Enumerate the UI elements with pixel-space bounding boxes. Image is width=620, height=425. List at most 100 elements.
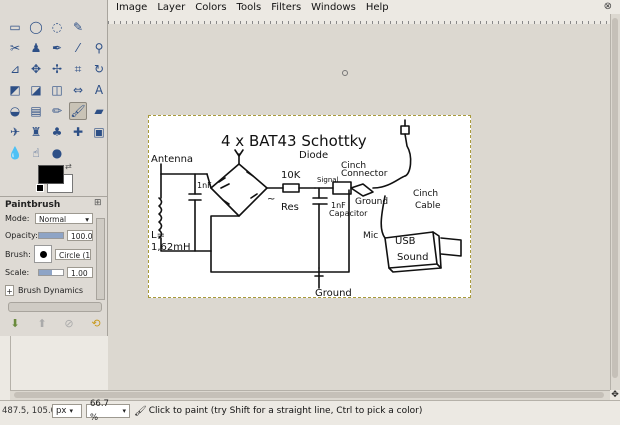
inductor-label: L= bbox=[151, 230, 165, 241]
move-icon[interactable]: ✥ bbox=[27, 60, 45, 78]
circuit-drawing: 4 x BAT43 Schottky Diode Antenna 1nF L= … bbox=[151, 119, 462, 299]
delete-options-icon[interactable]: ⊘ bbox=[62, 316, 76, 330]
foreground-color[interactable] bbox=[38, 165, 64, 184]
smudge-icon[interactable]: ☝ bbox=[27, 144, 45, 162]
pointer-coordinates: 487.5, 105.0 bbox=[2, 406, 52, 416]
cinch-connector-label-2: Connector bbox=[341, 169, 388, 179]
vertical-scrollbar[interactable] bbox=[610, 14, 620, 390]
ellipse-select-icon[interactable]: ◯ bbox=[27, 18, 45, 36]
cinch-cable-label-1: Cinch bbox=[413, 189, 438, 199]
rotate-icon[interactable]: ↻ bbox=[90, 60, 108, 78]
rect-select-icon[interactable]: ▭ bbox=[6, 18, 24, 36]
opacity-value[interactable]: 100.0 bbox=[67, 230, 93, 241]
paintbrush-icon[interactable]: 🖌 bbox=[69, 102, 87, 120]
dodge-burn-icon[interactable]: ● bbox=[48, 144, 66, 162]
align-icon[interactable]: ✢ bbox=[48, 60, 66, 78]
save-options-icon[interactable]: ⬇ bbox=[8, 316, 22, 330]
mode-label: Mode: bbox=[5, 214, 30, 223]
perspective-clone-icon[interactable]: ▣ bbox=[90, 123, 108, 141]
panel-menu-icon[interactable]: ⊞ bbox=[94, 198, 102, 208]
menu-tools[interactable]: Tools bbox=[232, 2, 267, 13]
ink-icon[interactable]: ♜ bbox=[27, 123, 45, 141]
blur-icon[interactable]: 💧 bbox=[6, 144, 24, 162]
crop-icon[interactable]: ⌗ bbox=[69, 60, 87, 78]
tool-grid: ▭ ◯ ◌ ✎ ✂ ♟ ✒ ⁄ ⚲ ⊿ ✥ ✢ ⌗ ↻ ◩ ◪ ◫ ⇔ A ◒ ▤ ✏ 🖌 ▰ ✈ ♜ ♣ ✚ ▣ 💧 ☝ ● bbox=[6, 18, 110, 165]
clone-icon[interactable]: ♣ bbox=[48, 123, 66, 141]
paintbrush-status-icon: 🖌 bbox=[134, 405, 147, 417]
vertical-scroll-thumb[interactable] bbox=[612, 18, 618, 378]
measure-icon[interactable]: ⊿ bbox=[6, 60, 24, 78]
free-select-icon[interactable]: ◌ bbox=[48, 18, 66, 36]
pencil-icon[interactable]: ✏ bbox=[48, 102, 66, 120]
menu-windows[interactable]: Windows bbox=[306, 2, 361, 13]
zoom-value: 66.7 % bbox=[90, 399, 109, 423]
ground-top-label: Ground bbox=[355, 197, 388, 207]
opacity-label: Opacity: bbox=[5, 231, 38, 240]
unit-select[interactable]: px ▾ bbox=[52, 404, 82, 418]
color-swatches: ⇄ bbox=[36, 162, 74, 193]
options-buttons: ⬇ ⬆ ⊘ ⟲ bbox=[8, 316, 103, 330]
color-picker-icon[interactable]: ⁄ bbox=[69, 39, 87, 57]
usb-label-2: Sound bbox=[397, 252, 429, 263]
unit-value: px bbox=[56, 406, 67, 416]
foreground-select-icon[interactable]: ♟ bbox=[27, 39, 45, 57]
zoom-select[interactable]: 66.7 % ▾ bbox=[86, 399, 130, 423]
flip-icon[interactable]: ⇔ bbox=[69, 81, 87, 99]
brush-preview[interactable] bbox=[34, 245, 52, 263]
menubar: Image Layer Colors Tools Filters Windows… bbox=[108, 0, 620, 14]
scissors-icon[interactable]: ✂ bbox=[6, 39, 24, 57]
capacitor-label: Capacitor bbox=[329, 209, 368, 218]
mode-select[interactable]: Normal ▾ bbox=[35, 213, 93, 224]
image-canvas[interactable]: 4 x BAT43 Schottky Diode Antenna 1nF L= … bbox=[148, 115, 471, 299]
opacity-slider[interactable] bbox=[38, 232, 64, 239]
menu-colors[interactable]: Colors bbox=[190, 2, 231, 13]
tool-options-title: Paintbrush bbox=[5, 200, 61, 210]
options-hscrollbar[interactable] bbox=[8, 302, 102, 312]
close-image-icon[interactable]: ⊗ bbox=[604, 1, 612, 12]
text-icon[interactable]: A bbox=[90, 81, 108, 99]
brush-name[interactable]: Circle (11) bbox=[55, 248, 91, 260]
menu-image[interactable]: Image bbox=[108, 2, 152, 13]
options-scrollbar[interactable] bbox=[96, 218, 105, 300]
mode-row: Mode: Normal ▾ bbox=[5, 213, 93, 224]
blend-icon[interactable]: ▤ bbox=[27, 102, 45, 120]
airbrush-icon[interactable]: ✈ bbox=[6, 123, 24, 141]
res-value-label: 10K bbox=[281, 170, 301, 181]
paths-icon[interactable]: ✒ bbox=[48, 39, 66, 57]
menu-layer[interactable]: Layer bbox=[152, 2, 190, 13]
heal-icon[interactable]: ✚ bbox=[69, 123, 87, 141]
res-label: Res bbox=[281, 202, 299, 213]
navigate-icon[interactable]: ✥ bbox=[610, 390, 620, 400]
scale-icon[interactable]: ◩ bbox=[6, 81, 24, 99]
swap-colors-icon[interactable]: ⇄ bbox=[65, 162, 72, 171]
brush-dynamics-row[interactable]: + Brush Dynamics bbox=[5, 285, 83, 296]
perspective-icon[interactable]: ◫ bbox=[48, 81, 66, 99]
brush-dynamics-label: Brush Dynamics bbox=[18, 286, 84, 295]
shear-icon[interactable]: ◪ bbox=[27, 81, 45, 99]
signal-label: Signal bbox=[317, 176, 339, 184]
vertical-ruler bbox=[0, 336, 11, 390]
fuzzy-select-icon[interactable]: ✎ bbox=[69, 18, 87, 36]
cinch-cable-label-2: Cable bbox=[415, 201, 441, 211]
statusbar: 487.5, 105.0 px ▾ 66.7 % ▾ 🖌 Click to pain… bbox=[0, 399, 620, 423]
inductance-label: 1,62mH bbox=[151, 242, 191, 253]
brush-circle-icon bbox=[39, 250, 47, 258]
antenna-label: Antenna bbox=[151, 154, 193, 165]
status-message: Click to paint (try Shift for a straight… bbox=[148, 406, 423, 416]
reset-options-icon[interactable]: ⟲ bbox=[89, 316, 103, 330]
menu-help[interactable]: Help bbox=[361, 2, 394, 13]
menu-filters[interactable]: Filters bbox=[266, 2, 306, 13]
eraser-icon[interactable]: ▰ bbox=[90, 102, 108, 120]
scale-label: Scale: bbox=[5, 268, 30, 277]
zoom-icon[interactable]: ⚲ bbox=[90, 39, 108, 57]
scale-value[interactable]: 1.00 bbox=[67, 267, 93, 278]
bucket-fill-icon[interactable]: ◒ bbox=[6, 102, 24, 120]
usb-label-1: USB bbox=[395, 236, 416, 247]
expand-icon[interactable]: + bbox=[5, 285, 14, 296]
restore-options-icon[interactable]: ⬆ bbox=[35, 316, 49, 330]
scale-slider[interactable] bbox=[38, 269, 64, 276]
brush-cursor bbox=[342, 70, 348, 76]
opacity-row: Opacity: 100.0 bbox=[5, 230, 93, 241]
title-line-1: 4 x BAT43 Schottky bbox=[221, 132, 367, 150]
default-colors-icon[interactable] bbox=[36, 184, 44, 192]
